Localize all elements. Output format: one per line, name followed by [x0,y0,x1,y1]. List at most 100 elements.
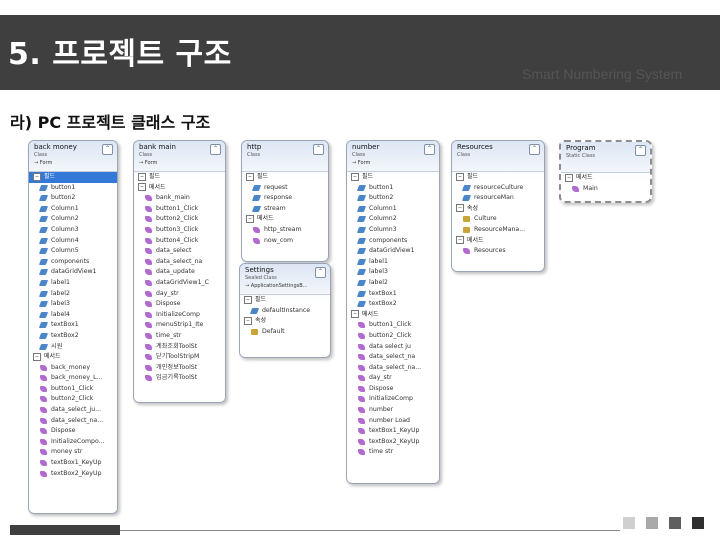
compartment-header[interactable]: − 메서드 [242,214,328,225]
member-row[interactable]: components [347,236,439,247]
member-row[interactable]: data_select_ju... [29,405,117,416]
class-box[interactable]: bank main Class → Form ⌃ − 필드 − 메서드 bank_main but… [133,140,226,403]
member-row[interactable]: back_money [29,363,117,374]
compartment-header[interactable]: − 메서드 [134,183,225,194]
member-row[interactable]: data_select_na... [29,416,117,427]
member-row[interactable]: textBox1 [29,320,117,331]
member-row[interactable]: 닫기ToolStripM [134,352,225,363]
member-row[interactable]: number [347,405,439,416]
member-row[interactable]: stream [242,204,328,215]
member-row[interactable]: 개인정보ToolSt [134,363,225,374]
member-row[interactable]: components [29,257,117,268]
member-row[interactable]: data select ju [347,342,439,353]
member-row[interactable]: textBox1_KeyUp [29,458,117,469]
member-row[interactable]: back_money_L... [29,373,117,384]
expand-collapse-icon[interactable]: − [351,310,359,319]
compartment-header[interactable]: − 메서드 [29,352,117,363]
member-row[interactable]: data_select [134,246,225,257]
compartment-header[interactable]: − 필드 [347,172,439,183]
member-row[interactable]: http_stream [242,225,328,236]
expand-collapse-icon[interactable]: − [246,214,254,223]
class-box[interactable]: number Class → Form ⌃ − 필드 button1 button2 Colum… [346,140,440,484]
expand-collapse-icon[interactable]: − [138,183,146,192]
expand-collapse-icon[interactable]: − [565,173,573,182]
member-row[interactable]: Main [561,184,650,195]
expand-collapse-icon[interactable]: − [456,204,464,213]
compartment-header[interactable]: − 메서드 [347,310,439,321]
expand-collapse-icon[interactable]: − [33,172,41,181]
member-row[interactable]: button1_Click [29,384,117,395]
member-row[interactable]: time_str [134,331,225,342]
member-row[interactable]: InitializeComp [347,394,439,405]
compartment-header[interactable]: − 메서드 [561,173,650,184]
member-row[interactable]: Column2 [347,214,439,225]
collapse-toggle-icon[interactable]: ⌃ [313,144,324,155]
member-row[interactable]: Culture [452,214,544,225]
collapse-toggle-icon[interactable]: ⌃ [210,144,221,155]
member-row[interactable]: Dispose [29,426,117,437]
member-row[interactable]: Column5 [29,246,117,257]
member-row[interactable]: response [242,193,328,204]
member-row[interactable]: resourceCulture [452,183,544,194]
member-row[interactable]: textBox2_KeyUp [347,437,439,448]
class-box[interactable]: Program Static Class ⌃ − 메서드 Main [559,140,652,203]
member-row[interactable]: button1_Click [134,204,225,215]
collapse-toggle-icon[interactable]: ⌃ [529,144,540,155]
member-row[interactable]: textBox2 [29,331,117,342]
member-row[interactable]: Column1 [347,204,439,215]
member-row[interactable]: label4 [29,310,117,321]
member-row[interactable]: button1 [29,183,117,194]
member-row[interactable]: label1 [347,257,439,268]
expand-collapse-icon[interactable]: − [244,295,252,304]
member-row[interactable]: button2 [29,193,117,204]
member-row[interactable]: now_com [242,236,328,247]
member-row[interactable]: button1_Click [347,320,439,331]
member-row[interactable]: Column1 [29,204,117,215]
member-row[interactable]: number Load [347,416,439,427]
member-row[interactable]: Column2 [29,214,117,225]
collapse-toggle-icon[interactable]: ⌃ [424,144,435,155]
collapse-toggle-icon[interactable]: ⌃ [315,267,326,278]
member-row[interactable]: Column3 [347,225,439,236]
expand-collapse-icon[interactable]: − [138,172,146,181]
member-row[interactable]: data_select_na... [347,363,439,374]
member-row[interactable]: button2_Click [347,331,439,342]
member-row[interactable]: dataGridView1 [347,246,439,257]
member-row[interactable]: data_select_na [347,352,439,363]
member-row[interactable]: button1 [347,183,439,194]
member-row[interactable]: textBox1 [347,289,439,300]
member-row[interactable]: label2 [29,289,117,300]
member-row[interactable]: label2 [347,278,439,289]
member-row[interactable]: textBox2_KeyUp [29,469,117,480]
compartment-header[interactable]: − 필드 [29,172,117,183]
member-row[interactable]: dataGridView1 [29,267,117,278]
expand-collapse-icon[interactable]: − [456,172,464,181]
member-row[interactable]: menuStrip1_Ite [134,320,225,331]
member-row[interactable]: label3 [347,267,439,278]
compartment-header[interactable]: − 필드 [134,172,225,183]
member-row[interactable]: 시원 [29,342,117,353]
member-row[interactable]: data_select_na [134,257,225,268]
member-row[interactable]: defaultInstance [240,306,330,317]
collapse-toggle-icon[interactable]: ⌃ [102,144,113,155]
member-row[interactable]: button2_Click [29,394,117,405]
member-row[interactable]: time str [347,447,439,458]
member-row[interactable]: data_update [134,267,225,278]
compartment-header[interactable]: − 필드 [240,295,330,306]
member-row[interactable]: day_str [134,289,225,300]
class-box[interactable]: http Class ⌃ − 필드 request response stream − 메서드 ht… [241,140,329,262]
expand-collapse-icon[interactable]: − [244,316,252,325]
member-row[interactable]: day_str [347,373,439,384]
member-row[interactable]: button2 [347,193,439,204]
member-row[interactable]: Default [240,327,330,338]
member-row[interactable]: label3 [29,299,117,310]
member-row[interactable]: 입금기록ToolSt [134,373,225,384]
member-row[interactable]: 계좌조회ToolSt [134,342,225,353]
expand-collapse-icon[interactable]: − [351,172,359,181]
member-row[interactable]: InitializeCompo... [29,437,117,448]
member-row[interactable]: button2_Click [134,214,225,225]
member-row[interactable]: resourceMan [452,193,544,204]
member-row[interactable]: Dispose [134,299,225,310]
compartment-header[interactable]: − 속성 [452,204,544,215]
member-row[interactable]: request [242,183,328,194]
